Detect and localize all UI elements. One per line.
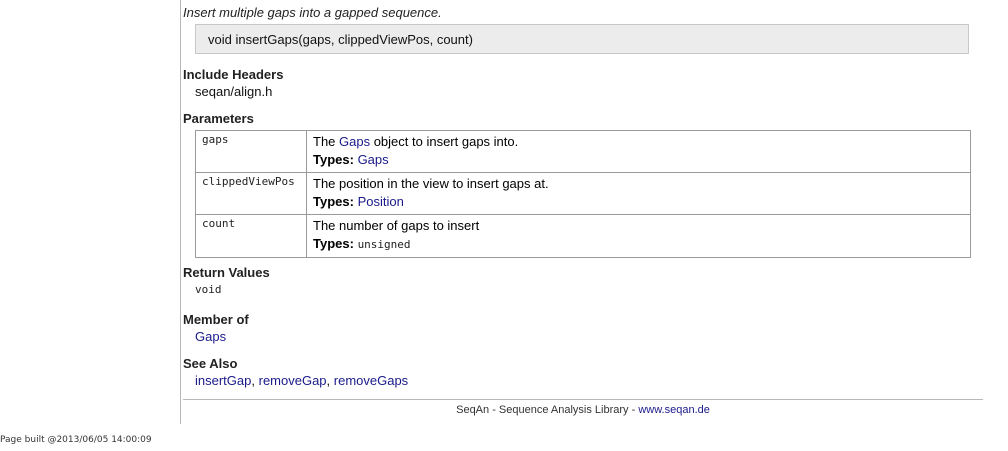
param-types: Types: Position [313, 192, 964, 212]
member-of-heading: Member of [183, 312, 249, 327]
table-row: count The number of gaps to insert Types… [195, 214, 971, 258]
see-also-link-removegaps[interactable]: removeGaps [334, 373, 408, 388]
footer-text: SeqAn - Sequence Analysis Library - [456, 404, 639, 416]
member-of-gaps-link[interactable]: Gaps [195, 329, 226, 344]
table-row: gaps The Gaps object to insert gaps into… [195, 130, 971, 173]
see-also-heading: See Also [183, 356, 238, 371]
parameters-heading: Parameters [183, 111, 254, 126]
separator: , [251, 373, 259, 388]
types-label: Types: [313, 194, 354, 209]
gaps-link[interactable]: Gaps [339, 134, 370, 149]
see-also-link-insertgap[interactable]: insertGap [195, 373, 251, 388]
separator: , [326, 373, 334, 388]
footer: SeqAn - Sequence Analysis Library - www.… [183, 404, 983, 416]
footer-divider [183, 399, 983, 400]
param-types: Types: unsigned [313, 234, 964, 255]
param-types: Types: Gaps [313, 150, 964, 170]
param-description-cell: The position in the view to insert gaps … [306, 172, 971, 215]
sidebar-divider [180, 0, 181, 424]
type-link-position[interactable]: Position [358, 194, 404, 209]
function-summary: Insert multiple gaps into a gapped seque… [183, 5, 442, 20]
param-description: The position in the view to insert gaps … [313, 176, 549, 191]
footer-website-link[interactable]: www.seqan.de [638, 404, 710, 416]
param-name: gaps [195, 130, 307, 173]
desc-text: object to insert gaps into. [370, 134, 519, 149]
see-also-links: insertGap, removeGap, removeGaps [195, 373, 408, 388]
see-also-link-removegap[interactable]: removeGap [259, 373, 327, 388]
return-values-heading: Return Values [183, 265, 270, 280]
build-timestamp: Page built @2013/06/05 14:00:09 [0, 435, 152, 445]
include-headers-heading: Include Headers [183, 67, 284, 82]
include-header-value: seqan/align.h [195, 84, 273, 99]
param-name: clippedViewPos [195, 172, 307, 215]
param-description: The number of gaps to insert [313, 218, 480, 233]
desc-text: The [313, 134, 340, 149]
member-of-value: Gaps [195, 329, 226, 344]
param-name: count [195, 214, 307, 258]
parameters-table: gaps The Gaps object to insert gaps into… [195, 130, 971, 258]
types-label: Types: [313, 152, 354, 167]
type-link-gaps[interactable]: Gaps [358, 152, 389, 167]
signature-box: void insertGaps(gaps, clippedViewPos, co… [195, 24, 969, 54]
type-unsigned: unsigned [357, 238, 411, 251]
param-description-cell: The Gaps object to insert gaps into. Typ… [306, 130, 971, 173]
param-description: The Gaps object to insert gaps into. [313, 133, 964, 150]
param-description-cell: The number of gaps to insert Types: unsi… [306, 214, 971, 258]
types-label: Types: [313, 236, 354, 251]
return-value: void [195, 283, 222, 296]
table-row: clippedViewPos The position in the view … [195, 172, 971, 215]
